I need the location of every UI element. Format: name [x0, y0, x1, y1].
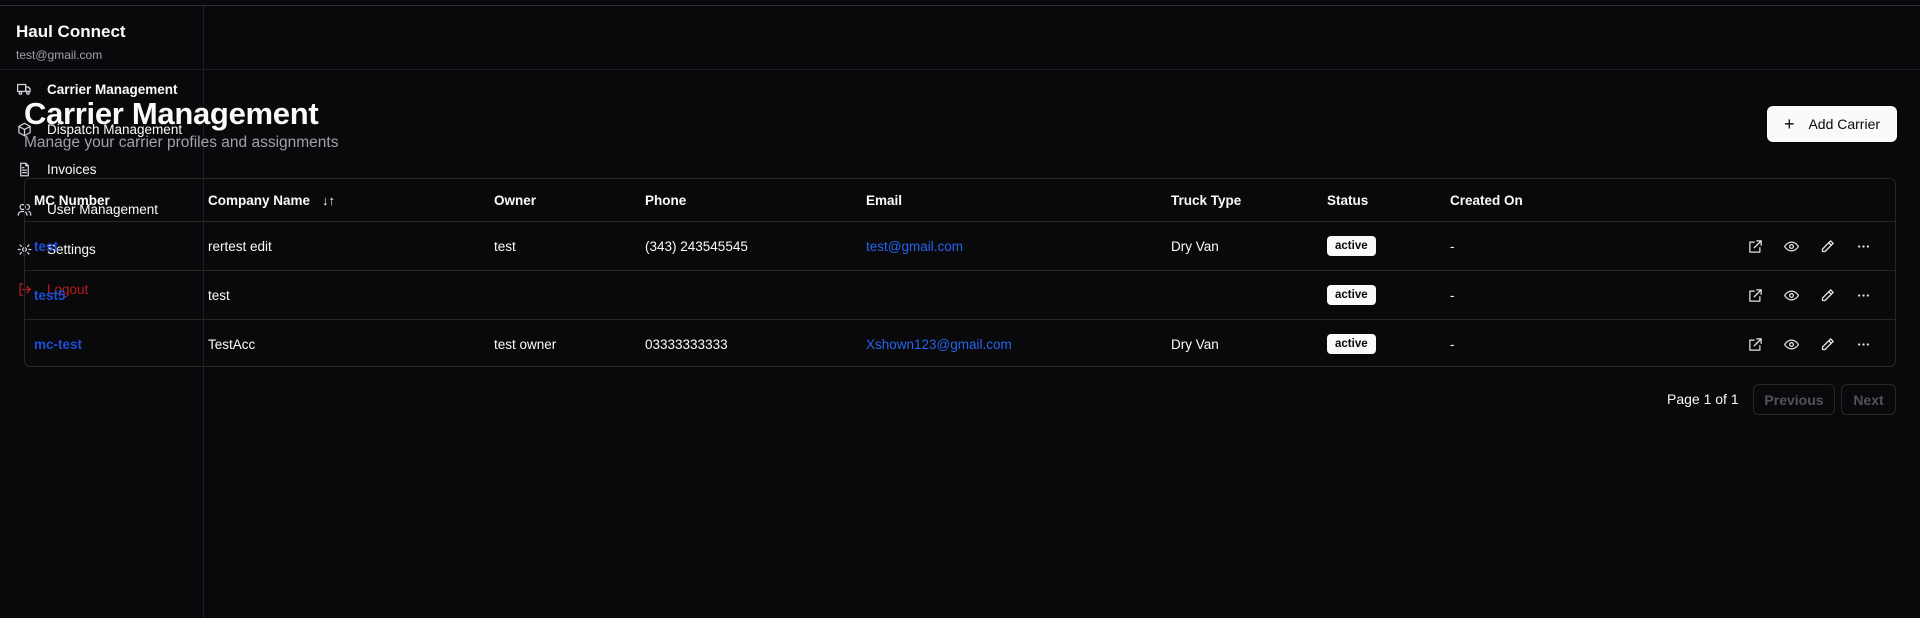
- column-header-label: Company Name: [208, 192, 311, 208]
- company-name: rertest edit: [208, 238, 272, 254]
- add-carrier-button[interactable]: + Add Carrier: [1767, 106, 1897, 142]
- table-row: test rertest edit test (343) 243545545 t…: [25, 221, 1895, 270]
- previous-page-button[interactable]: Previous: [1753, 384, 1835, 415]
- page-indicator: Page 1 of 1: [1667, 391, 1739, 407]
- status-badge: active: [1327, 334, 1376, 354]
- sidebar-item-invoices[interactable]: Invoices: [16, 159, 97, 179]
- pencil-icon[interactable]: [1809, 234, 1845, 258]
- eye-icon[interactable]: [1773, 283, 1809, 307]
- company-name: test: [208, 287, 230, 303]
- eye-icon[interactable]: [1773, 234, 1809, 258]
- sort-icon[interactable]: ↓↑: [322, 193, 335, 208]
- user-email: test@gmail.com: [16, 48, 103, 62]
- status-cell: active: [1327, 271, 1376, 319]
- created-on: -: [1450, 336, 1455, 352]
- external-link-icon[interactable]: [1737, 234, 1773, 258]
- row-actions: [1737, 320, 1881, 368]
- mc-number-link[interactable]: test: [34, 222, 58, 270]
- brand-title: Haul Connect: [16, 22, 126, 41]
- column-header-owner: Owner: [494, 192, 537, 208]
- column-header-company-name[interactable]: Company Name ↓↑: [208, 179, 335, 221]
- table-row: mc-test TestAcc test owner 03333333333 X…: [25, 319, 1895, 368]
- status-badge: active: [1327, 285, 1376, 305]
- pencil-icon[interactable]: [1809, 332, 1845, 356]
- mc-number-link[interactable]: test5: [34, 271, 66, 319]
- table-row: test5 test active -: [25, 270, 1895, 319]
- column-header-created-on: Created On: [1450, 192, 1523, 208]
- pencil-icon[interactable]: [1809, 283, 1845, 307]
- status-cell: active: [1327, 320, 1376, 368]
- status-cell: active: [1327, 222, 1376, 270]
- created-on: -: [1450, 287, 1455, 303]
- truck-icon: [16, 81, 32, 97]
- column-header-mc-number: MC Number: [34, 192, 110, 208]
- created-on: -: [1450, 238, 1455, 254]
- carriers-table: MC Number Company Name ↓↑ Owner Phone Em…: [24, 178, 1896, 367]
- external-link-icon[interactable]: [1737, 283, 1773, 307]
- next-page-button[interactable]: Next: [1841, 384, 1896, 415]
- email-link[interactable]: test@gmail.com: [866, 222, 963, 270]
- column-header-status: Status: [1327, 192, 1369, 208]
- owner: test owner: [494, 336, 557, 352]
- column-header-phone: Phone: [645, 192, 687, 208]
- more-horizontal-icon[interactable]: [1845, 234, 1881, 258]
- more-horizontal-icon[interactable]: [1845, 283, 1881, 307]
- top-border: [0, 0, 1920, 6]
- file-text-icon: [16, 161, 32, 177]
- header-divider: [0, 69, 1920, 70]
- email-link[interactable]: Xshown123@gmail.com: [866, 320, 1012, 368]
- truck-type: Dry Van: [1171, 336, 1219, 352]
- row-actions: [1737, 271, 1881, 319]
- table-header-row: MC Number Company Name ↓↑ Owner Phone Em…: [25, 179, 1895, 221]
- external-link-icon[interactable]: [1737, 332, 1773, 356]
- phone: 03333333333: [645, 336, 728, 352]
- plus-icon: +: [1783, 114, 1795, 134]
- truck-type: Dry Van: [1171, 238, 1219, 254]
- sidebar-item-label: Carrier Management: [47, 81, 178, 97]
- column-header-truck-type: Truck Type: [1171, 192, 1242, 208]
- page-title: Carrier Management: [24, 96, 319, 131]
- owner: test: [494, 238, 516, 254]
- column-header-email: Email: [866, 192, 903, 208]
- page-subtitle: Manage your carrier profiles and assignm…: [24, 134, 339, 151]
- more-horizontal-icon[interactable]: [1845, 332, 1881, 356]
- add-carrier-label: Add Carrier: [1808, 116, 1881, 132]
- company-name: TestAcc: [208, 336, 256, 352]
- phone: (343) 243545545: [645, 238, 748, 254]
- status-badge: active: [1327, 236, 1376, 256]
- eye-icon[interactable]: [1773, 332, 1809, 356]
- sidebar-item-label: Invoices: [47, 161, 97, 177]
- mc-number-link[interactable]: mc-test: [34, 320, 82, 368]
- row-actions: [1737, 222, 1881, 270]
